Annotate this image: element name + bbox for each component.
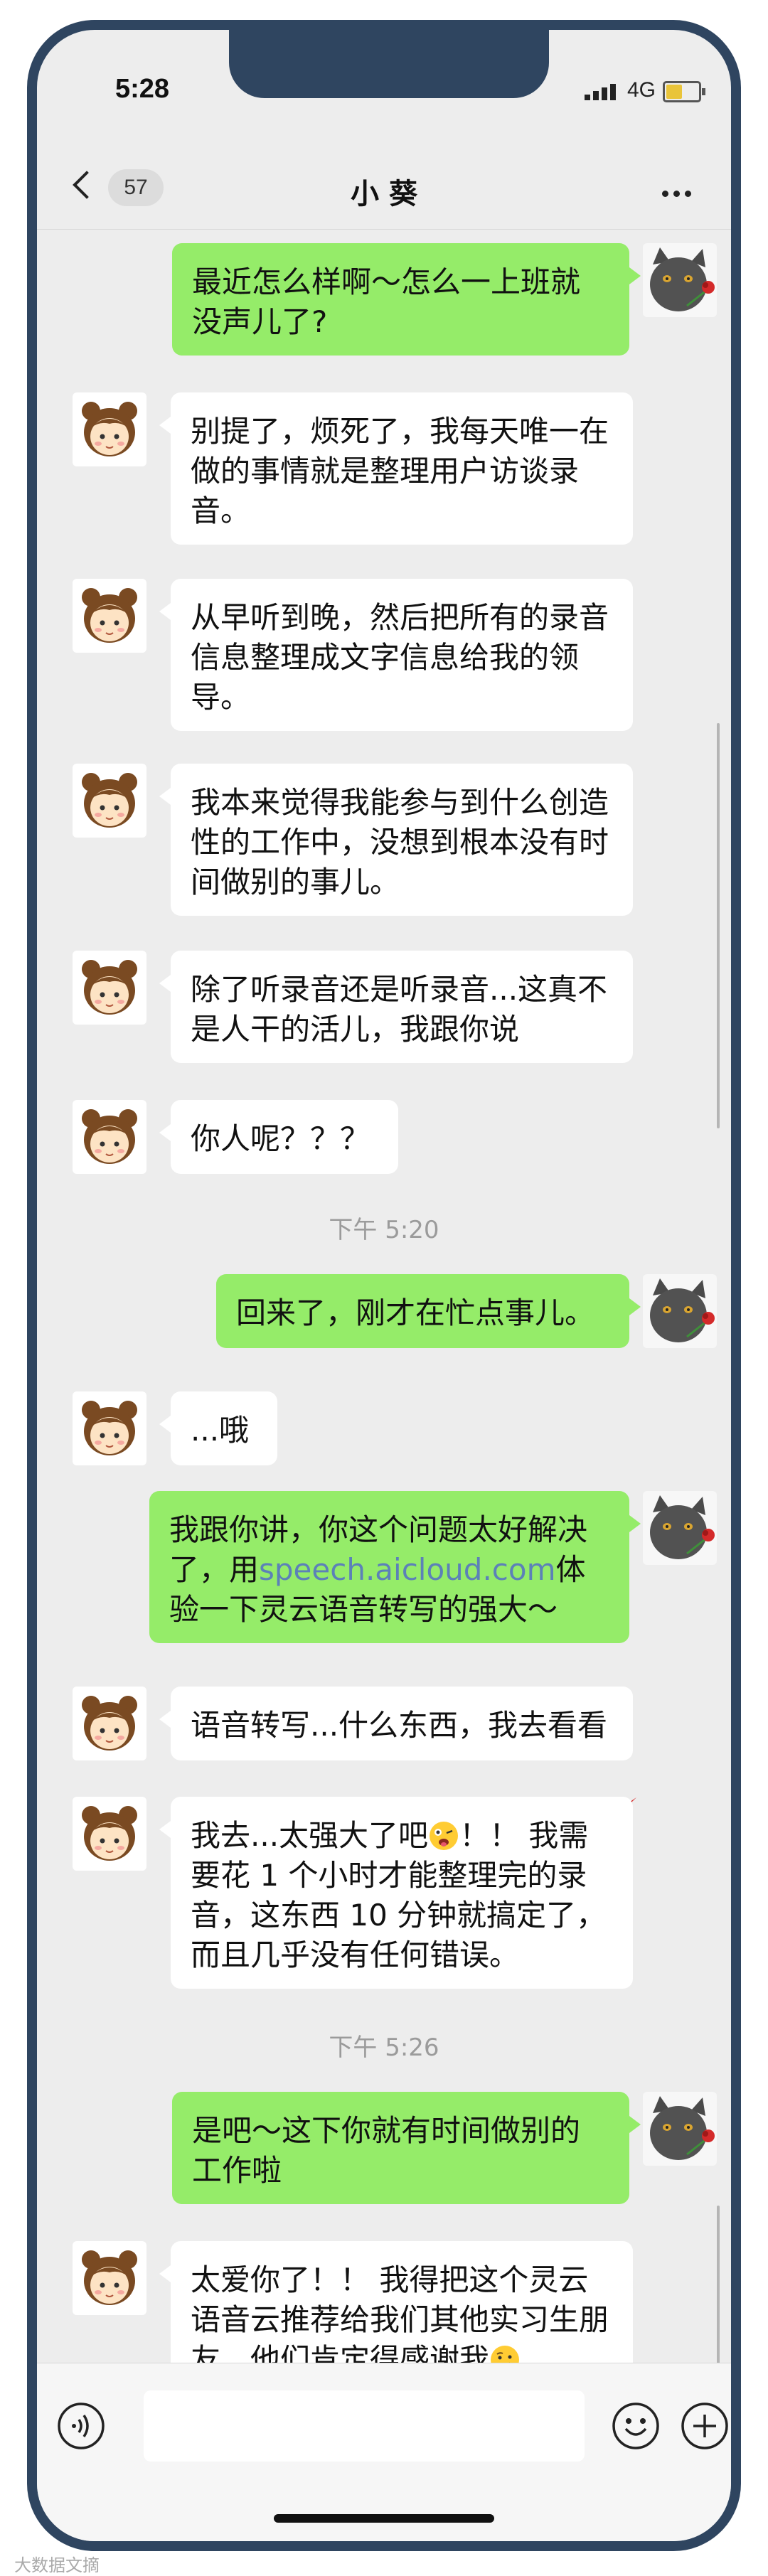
message-text: 我本来觉得我能参与到什么创造性的工作中，没想到根本没有时间做别的事儿。: [191, 785, 609, 899]
message-text: 太爱你了！！ 我得把这个灵云语音云推荐给我们其他实习生朋友，他们肯定得感谢我: [191, 2262, 609, 2377]
message-text: 是吧～这下你就有时间做别的工作啦: [192, 2113, 581, 2188]
message-bubble-sent[interactable]: 回来了，刚才在忙点事儿。: [216, 1274, 641, 1348]
my-avatar[interactable]: [643, 243, 717, 317]
message-bubble-sent[interactable]: 最近怎么样啊～怎么一上班就没声儿了?: [172, 243, 641, 356]
crazy-face-emoji-icon: [430, 1822, 459, 1850]
network-label: 4G: [627, 78, 656, 102]
message-bubble-received[interactable]: 从早听到晚，然后把所有的录音信息整理成文字信息给我的领导。: [159, 579, 633, 731]
contact-avatar[interactable]: [73, 764, 146, 838]
contact-avatar[interactable]: [73, 1687, 146, 1760]
message-bubble-sent[interactable]: 我跟你讲，你这个问题太好解决了，用speech.aicloud.com体验一下灵…: [149, 1491, 641, 1643]
contact-avatar[interactable]: [73, 392, 146, 466]
message-input[interactable]: [144, 2390, 585, 2462]
scrollbar[interactable]: [717, 723, 720, 1128]
my-avatar[interactable]: [643, 1491, 717, 1565]
status-time: 5:28: [115, 74, 170, 104]
message-text: 从早听到晚，然后把所有的录音信息整理成文字信息给我的领导。: [191, 600, 609, 715]
message-bubble-sent[interactable]: 是吧～这下你就有时间做别的工作啦: [172, 2092, 641, 2204]
chat-title: 小 葵: [351, 178, 417, 210]
timestamp: 下午 5:26: [329, 2033, 439, 2062]
timestamp: 下午 5:20: [329, 1216, 439, 1244]
contact-avatar[interactable]: [73, 1797, 146, 1871]
message-bubble-received[interactable]: ...哦: [159, 1391, 277, 1465]
message-text: 语音转写...什么东西，我去看看: [191, 1708, 608, 1743]
status-bar: 5:28 4G: [37, 30, 731, 137]
plus-icon[interactable]: [681, 2402, 729, 2450]
message-bubble-received[interactable]: 我去...太强大了吧！！ 我需要花 1 个小时才能整理完的录音，这东西 10 分…: [159, 1797, 633, 1989]
signal-icon: [585, 84, 619, 100]
message-text: ...哦: [191, 1413, 250, 1448]
my-avatar[interactable]: [643, 1274, 717, 1348]
message-link[interactable]: speech.aicloud.com: [259, 1552, 555, 1587]
chat-header: 57 小 葵: [37, 137, 731, 230]
message-text: 除了听录音还是听录音...这真不是人干的活儿，我跟你说: [191, 972, 608, 1047]
message-text: 别提了，烦死了，我每天唯一在做的事情就是整理用户访谈录音。: [191, 414, 609, 528]
message-bubble-received[interactable]: 我本来觉得我能参与到什么创造性的工作中，没想到根本没有时间做别的事儿。: [159, 764, 633, 916]
message-bubble-received[interactable]: 除了听录音还是听录音...这真不是人干的活儿，我跟你说: [159, 951, 633, 1063]
contact-avatar[interactable]: [73, 2241, 146, 2315]
home-indicator[interactable]: [274, 2514, 494, 2523]
emoji-icon[interactable]: [612, 2402, 660, 2450]
message-bubble-received[interactable]: 语音转写...什么东西，我去看看: [159, 1687, 633, 1760]
message-list[interactable]: 最近怎么样啊～怎么一上班就没声儿了? 别提了，烦死了，我每天唯一在做的事情就是整…: [37, 229, 731, 2416]
battery-icon: [663, 81, 705, 102]
message-bubble-received[interactable]: 别提了，烦死了，我每天唯一在做的事情就是整理用户访谈录音。: [159, 392, 633, 545]
message-text: 回来了，刚才在忙点事儿。: [236, 1295, 595, 1330]
contact-avatar[interactable]: [73, 579, 146, 653]
contact-avatar[interactable]: [73, 1100, 146, 1174]
message-bubble-received[interactable]: 你人呢？？？: [159, 1100, 398, 1174]
contact-avatar[interactable]: [73, 1391, 146, 1465]
more-options-icon[interactable]: [657, 186, 691, 200]
message-text: 你人呢？？？: [191, 1121, 370, 1156]
watermark: 大数据文摘: [14, 2555, 100, 2575]
message-text: 最近怎么样啊～怎么一上班就没声儿了?: [192, 264, 581, 339]
input-bar: [37, 2363, 731, 2541]
message-text: 我去...太强大了吧: [191, 1818, 429, 1853]
my-avatar[interactable]: [643, 2092, 717, 2166]
voice-icon[interactable]: [57, 2402, 105, 2450]
contact-avatar[interactable]: [73, 951, 146, 1025]
phone-frame: 5:28 4G 57 小 葵 最近怎么样啊～怎么一上班就没声儿了? 别提了，烦死…: [27, 20, 741, 2551]
